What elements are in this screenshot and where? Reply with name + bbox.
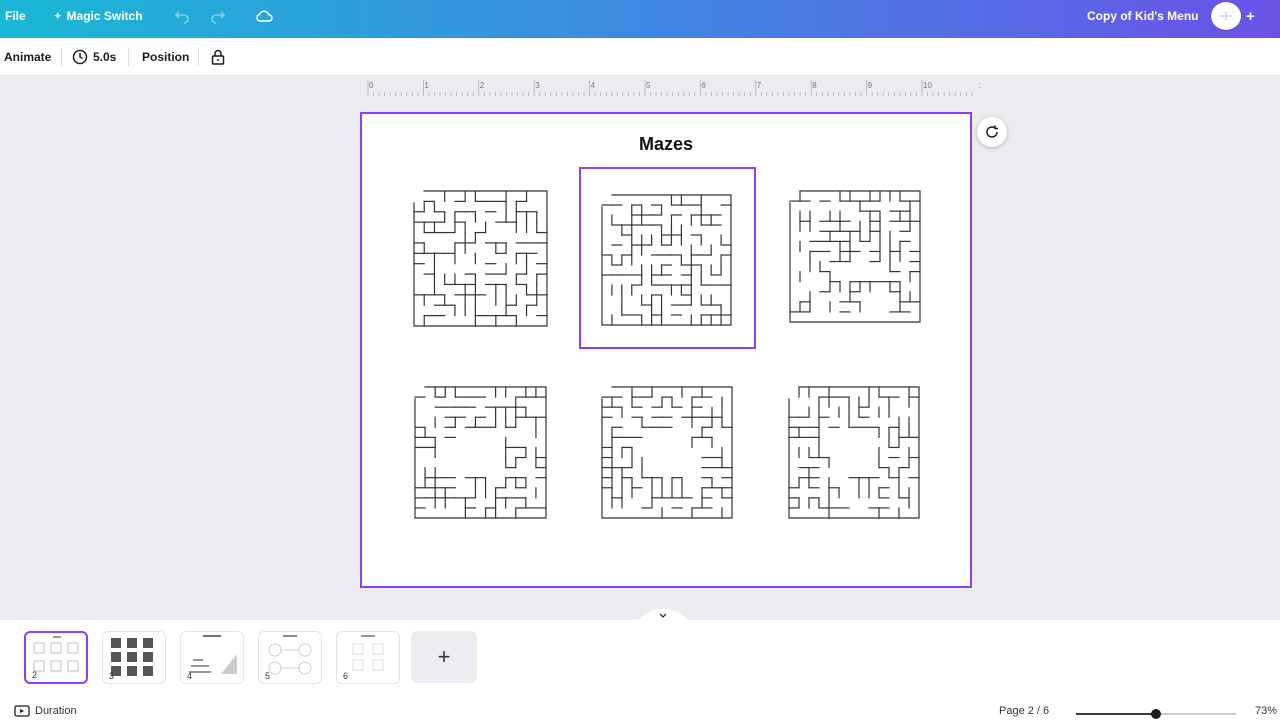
selection-outline: [579, 167, 756, 349]
ruler-tick-label: 7: [757, 81, 762, 90]
maze-6[interactable]: [787, 385, 921, 520]
sparkle-icon: [1220, 12, 1232, 20]
ruler-tick-label: 8: [812, 81, 817, 90]
clock-icon: [72, 49, 88, 65]
add-collaborator-button[interactable]: +: [1246, 0, 1255, 32]
file-menu[interactable]: File: [5, 0, 26, 32]
redo-icon: [211, 11, 226, 24]
zoom-slider-fill: [1076, 713, 1156, 715]
ruler-tick-label: 4: [591, 81, 596, 90]
ruler-tick-label: 11: [978, 81, 980, 90]
page-thumbnail-prev[interactable]: [0, 631, 12, 684]
regenerate-button[interactable]: [977, 117, 1007, 147]
ruler: 0 1 2 3 4 5 6 7 8 9 10 11: [360, 78, 987, 96]
ruler-tick-label: 10: [923, 81, 932, 90]
toolbar-divider: [61, 48, 62, 66]
magic-switch-button[interactable]: ✦ Magic Switch: [54, 0, 143, 32]
plus-icon: +: [1246, 7, 1255, 25]
animate-button[interactable]: Animate: [4, 38, 51, 76]
collapse-pages-button[interactable]: [636, 607, 690, 621]
lock-button[interactable]: [210, 38, 226, 76]
ruler-tick-label: 0: [369, 81, 374, 90]
plus-icon: +: [437, 644, 451, 669]
duration-toggle[interactable]: Duration: [14, 703, 77, 719]
page-title[interactable]: Mazes: [362, 134, 970, 155]
ruler-tick-label: 9: [868, 81, 873, 90]
page-thumbnail-5[interactable]: 5: [258, 631, 322, 684]
ruler-tick-label: 5: [646, 81, 651, 90]
editor-toolbar: Animate 5.0s Position: [0, 38, 1280, 76]
position-button[interactable]: Position: [142, 38, 189, 76]
avatar[interactable]: [1211, 2, 1241, 30]
ruler-tick-label: 3: [535, 81, 540, 90]
page-thumbnail-2[interactable]: 2: [24, 631, 88, 684]
zoom-level[interactable]: 73%: [1255, 703, 1277, 719]
toolbar-divider: [128, 48, 129, 66]
document-title[interactable]: Copy of Kid's Menu: [1087, 0, 1199, 32]
cloud-save-button[interactable]: [255, 0, 273, 32]
refresh-icon: [986, 125, 998, 138]
duration-button[interactable]: 5.0s: [72, 38, 116, 76]
pages-panel: 2 3 4 5 6 + Duration Page 2 / 6 73%: [0, 620, 1280, 720]
toolbar-divider: [198, 48, 199, 66]
page-indicator[interactable]: Page 2 / 6: [999, 703, 1049, 719]
timeline-icon: [14, 705, 30, 717]
page-thumbnail-6[interactable]: 6: [336, 631, 400, 684]
page-thumbnail-3[interactable]: 3: [102, 631, 166, 684]
maze-4[interactable]: [413, 385, 548, 520]
chevron-down-icon: [638, 609, 688, 621]
ruler-tick-label: 1: [424, 81, 429, 90]
zoom-slider[interactable]: [1076, 709, 1236, 719]
redo-button[interactable]: [210, 0, 226, 32]
maze-3[interactable]: [788, 189, 922, 324]
cloud-save-icon: [256, 10, 273, 22]
maze-5[interactable]: [600, 385, 734, 520]
ruler-tick-label: 6: [701, 81, 706, 90]
undo-button[interactable]: [174, 0, 190, 32]
undo-icon: [174, 11, 189, 24]
zoom-slider-handle[interactable]: [1151, 709, 1161, 719]
ruler-tick-label: 2: [480, 81, 485, 90]
page-thumbnail-4[interactable]: 4: [180, 631, 244, 684]
add-page-button[interactable]: +: [411, 631, 477, 683]
sparkle-icon: ✦: [54, 10, 62, 21]
design-page[interactable]: Mazes: [360, 112, 972, 588]
maze-1[interactable]: [412, 189, 549, 328]
lock-icon: [211, 49, 225, 65]
top-bar: File ✦ Magic Switch Copy of Kid's Menu +: [0, 0, 1280, 38]
